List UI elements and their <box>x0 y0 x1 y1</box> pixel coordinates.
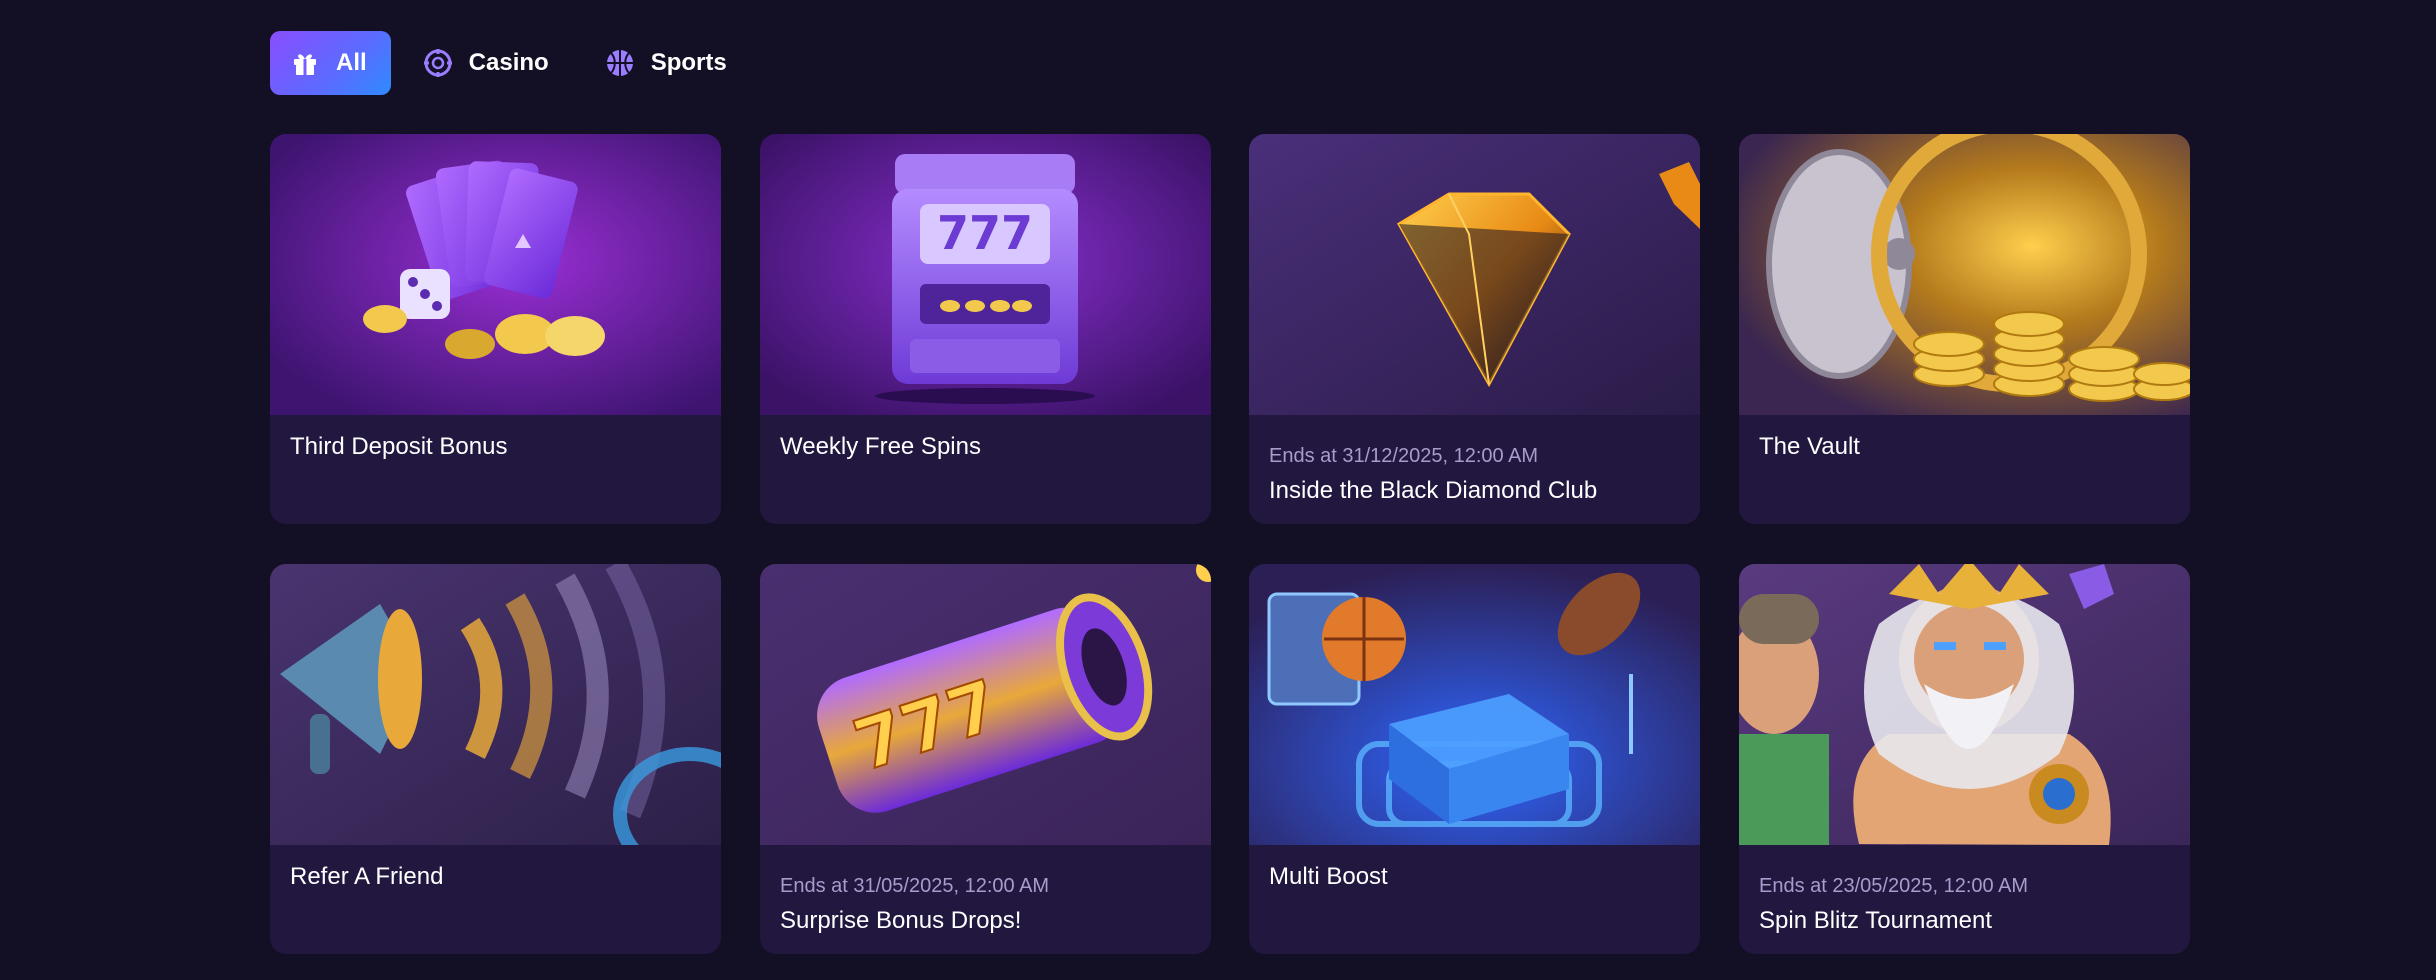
promotion-title: Refer A Friend <box>290 863 444 890</box>
promotion-title: Surprise Bonus Drops! <box>780 907 1022 934</box>
promotion-image-slot-reel-777: 777 <box>760 564 1211 845</box>
promotion-card-surprise-bonus-drops[interactable]: 777 Ends at 31/05/2025, 12:00 AM Surpris… <box>760 564 1211 954</box>
promotion-card-black-diamond-club[interactable]: Ends at 31/12/2025, 12:00 AM Inside the … <box>1249 134 1700 524</box>
promotion-image-black-diamond <box>1249 134 1700 415</box>
tab-sports-label: Sports <box>650 49 727 76</box>
gift-icon <box>290 48 320 78</box>
promotion-end-date: Ends at 31/12/2025, 12:00 AM <box>1269 445 1539 467</box>
promotion-title: The Vault <box>1759 433 1860 460</box>
promotion-image-zeus-characters <box>1739 564 2190 845</box>
promotion-title: Spin Blitz Tournament <box>1759 907 1993 934</box>
tab-all-label: All <box>336 49 367 76</box>
promotion-image-slot-machine-777: 777 <box>760 134 1211 415</box>
promotion-end-date: Ends at 23/05/2025, 12:00 AM <box>1759 875 2029 897</box>
casino-chip-icon <box>423 48 453 78</box>
tab-casino-label: Casino <box>468 49 549 76</box>
promotion-title: Third Deposit Bonus <box>290 433 508 460</box>
promotion-end-date: Ends at 31/05/2025, 12:00 AM <box>780 875 1050 897</box>
promotion-image-sports-gift-box <box>1249 564 1700 845</box>
promotion-card-the-vault[interactable]: The Vault <box>1739 134 2190 524</box>
promotion-filter-tabs: All Casino Sports <box>270 31 763 95</box>
promotion-title: Multi Boost <box>1269 863 1388 890</box>
tab-sports[interactable]: Sports <box>585 31 751 95</box>
promotion-card-spin-blitz-tournament[interactable]: Ends at 23/05/2025, 12:00 AM Spin Blitz … <box>1739 564 2190 954</box>
promotion-title: Weekly Free Spins <box>780 433 981 460</box>
promotion-image-vault-gold-coins <box>1739 134 2190 415</box>
promotion-card-refer-a-friend[interactable]: Refer A Friend <box>270 564 721 954</box>
promotion-card-weekly-free-spins[interactable]: 777 Weekly Free Spins <box>760 134 1211 524</box>
promotion-title: Inside the Black Diamond Club <box>1269 477 1598 504</box>
promotion-card-third-deposit-bonus[interactable]: Third Deposit Bonus <box>270 134 721 524</box>
promotion-card-multi-boost[interactable]: Multi Boost <box>1249 564 1700 954</box>
svg-text:777: 777 <box>937 206 1033 260</box>
tab-casino[interactable]: Casino <box>403 31 573 95</box>
tab-all[interactable]: All <box>270 31 391 95</box>
promotion-image-megaphone <box>270 564 721 845</box>
basketball-icon <box>605 48 635 78</box>
promotion-image-cards-dice-coins <box>270 134 721 415</box>
